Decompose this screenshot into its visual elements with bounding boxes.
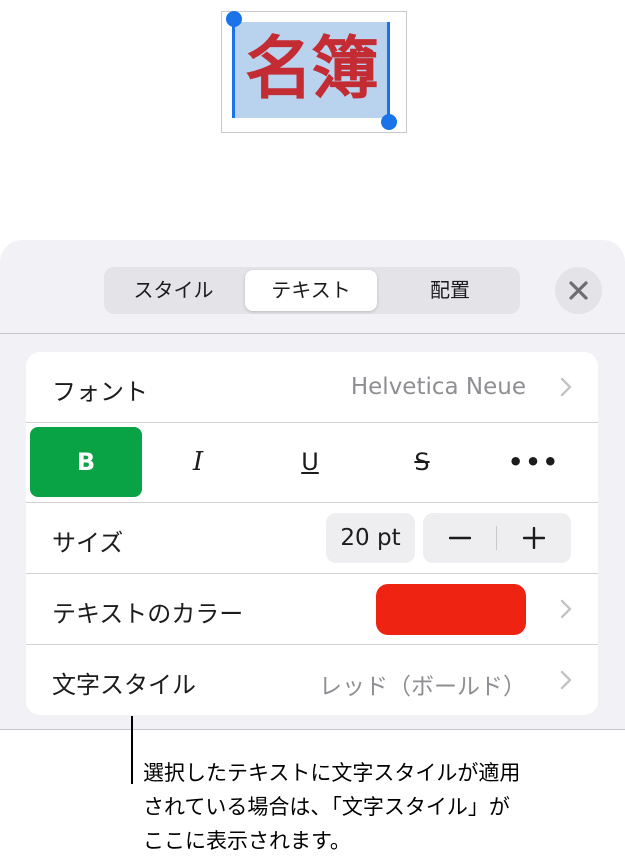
selection-start-handle[interactable]: [226, 11, 242, 27]
format-tabs: スタイル テキスト 配置: [104, 267, 520, 314]
chevron-right-icon: [560, 377, 572, 397]
selected-text[interactable]: 名簿: [234, 20, 388, 120]
callout-line-2: されている場合は、「文字スタイル」が: [143, 795, 510, 819]
size-label: サイズ: [52, 529, 124, 557]
underline-button[interactable]: U: [254, 427, 366, 497]
callout-line-1: 選択したテキストに文字スタイルが適用: [143, 761, 521, 785]
tab-style[interactable]: スタイル: [107, 270, 240, 311]
strikethrough-button[interactable]: S: [366, 427, 478, 497]
tab-arrange[interactable]: 配置: [383, 270, 517, 311]
font-value: Helvetica Neue: [350, 374, 526, 400]
selection-end-handle[interactable]: [381, 114, 397, 130]
close-icon: [569, 281, 588, 300]
font-size-stepper: [423, 513, 571, 563]
tab-text[interactable]: テキスト: [245, 270, 377, 311]
more-options-button[interactable]: •••: [478, 427, 590, 497]
minus-icon: [449, 536, 471, 540]
character-style-row[interactable]: 文字スタイル レッド（ボールド）: [26, 645, 598, 715]
document-canvas: 名簿: [0, 0, 625, 240]
callout-line: [131, 716, 133, 784]
increase-size-button[interactable]: [497, 513, 571, 563]
text-color-swatch[interactable]: [376, 584, 526, 635]
text-color-row[interactable]: テキストのカラー: [26, 574, 598, 644]
font-size-field[interactable]: 20 pt: [326, 513, 415, 563]
plus-icon: [523, 527, 545, 549]
close-button[interactable]: [555, 267, 602, 314]
text-settings-card: フォント Helvetica Neue B I U S ••• サイズ 20 p…: [26, 352, 598, 715]
callout-text: 選択したテキストに文字スタイルが適用 されている場合は、「文字スタイル」が ここ…: [143, 756, 623, 858]
format-panel: スタイル テキスト 配置 フォント Helvetica Neue B I U S…: [0, 240, 625, 730]
bold-button[interactable]: B: [30, 427, 142, 497]
selection-end-caret: [387, 22, 390, 122]
character-style-value: レッド（ボールド）: [319, 674, 526, 700]
size-row: サイズ 20 pt: [26, 503, 598, 573]
chevron-right-icon: [560, 670, 572, 690]
callout-line-3: ここに表示されます。: [143, 829, 351, 853]
font-style-row: B I U S •••: [26, 423, 598, 501]
text-color-label: テキストのカラー: [52, 600, 244, 628]
panel-divider: [0, 333, 625, 334]
font-row[interactable]: フォント Helvetica Neue: [26, 352, 598, 422]
font-label: フォント: [52, 378, 148, 406]
chevron-right-icon: [560, 599, 572, 619]
character-style-label: 文字スタイル: [52, 671, 196, 699]
italic-button[interactable]: I: [142, 427, 254, 497]
selection-start-caret: [232, 18, 235, 118]
decrease-size-button[interactable]: [423, 513, 497, 563]
